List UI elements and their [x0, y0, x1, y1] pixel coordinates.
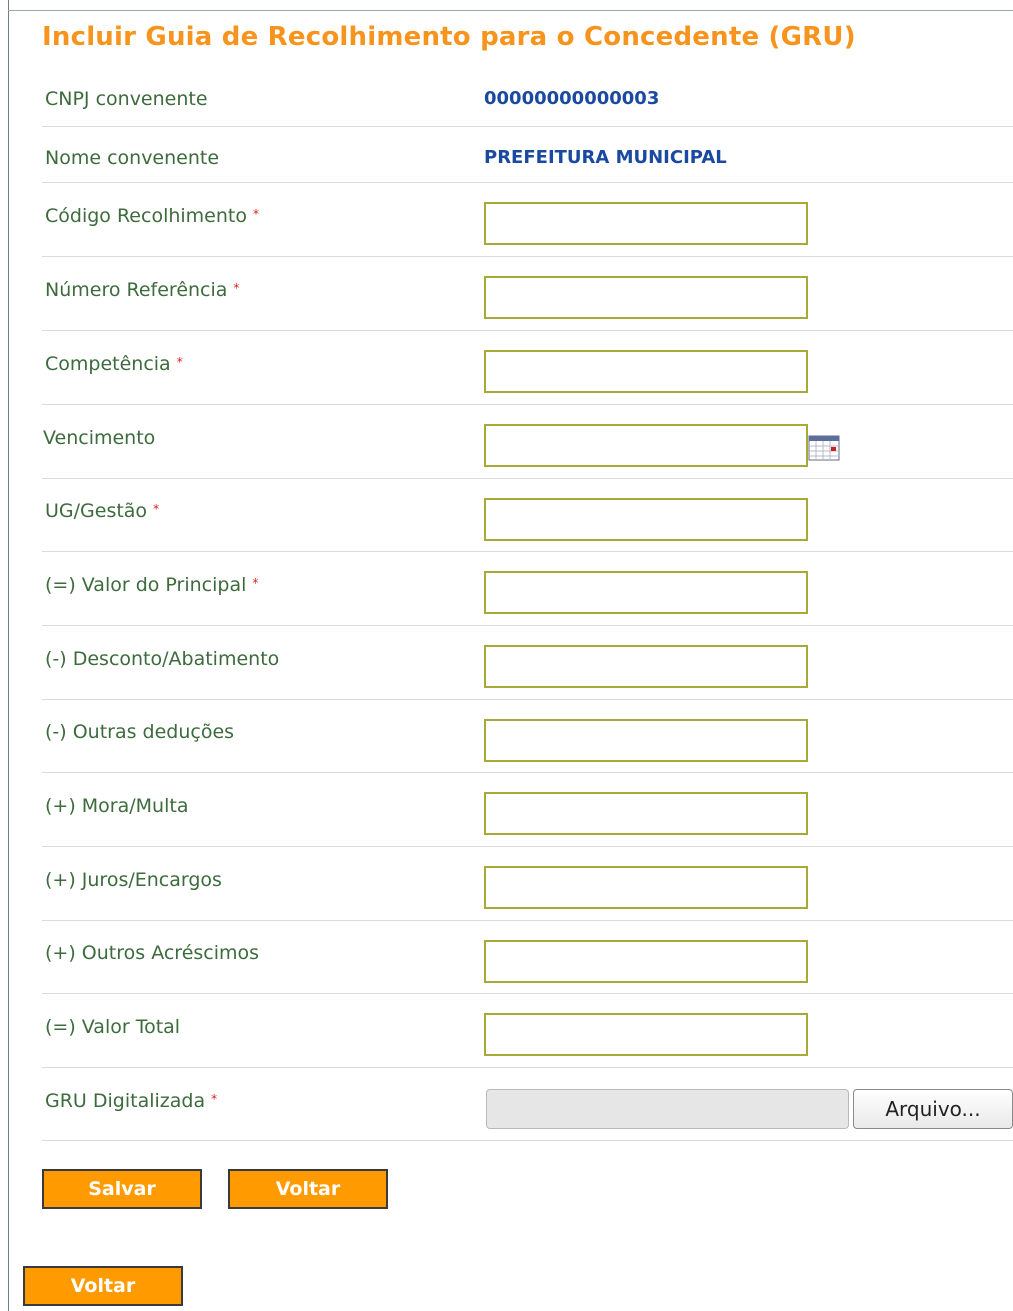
numero-referencia-input[interactable] — [484, 276, 808, 319]
numero-referencia-label: Número Referência * — [45, 279, 240, 301]
row-gru-digitalizada: GRU Digitalizada * Arquivo... — [42, 1068, 1013, 1141]
gru-digitalizada-label: GRU Digitalizada * — [45, 1090, 218, 1112]
mora-multa-label: (+) Mora/Multa — [45, 795, 189, 817]
left-border — [8, 0, 9, 1311]
file-path-field[interactable] — [486, 1089, 849, 1129]
row-valor-total: (=) Valor Total — [42, 994, 1013, 1068]
required-marker: * — [252, 207, 259, 221]
mora-multa-input[interactable] — [484, 792, 808, 835]
top-border — [8, 10, 1013, 11]
valor-total-input[interactable] — [484, 1013, 808, 1056]
row-juros-encargos: (+) Juros/Encargos — [42, 847, 1013, 921]
row-outros-acrescimos: (+) Outros Acréscimos — [42, 921, 1013, 994]
row-mora-multa: (+) Mora/Multa — [42, 773, 1013, 847]
row-cnpj: CNPJ convenente 00000000000003 — [42, 72, 1013, 127]
salvar-button[interactable]: Salvar — [42, 1169, 202, 1209]
nome-value: PREFEITURA MUNICIPAL — [484, 147, 727, 168]
row-codigo-recolhimento: Código Recolhimento * — [42, 183, 1013, 257]
row-competencia: Competência * — [42, 331, 1013, 405]
voltar-button[interactable]: Voltar — [228, 1169, 388, 1209]
row-vencimento: Vencimento — [42, 405, 1013, 479]
vencimento-label: Vencimento — [43, 427, 156, 449]
nome-label: Nome convenente — [45, 147, 220, 169]
row-desconto: (-) Desconto/Abatimento — [42, 626, 1013, 700]
ug-gestao-input[interactable] — [484, 498, 808, 541]
vencimento-input[interactable] — [484, 424, 808, 467]
row-numero-referencia: Número Referência * — [42, 257, 1013, 331]
codigo-recolhimento-input[interactable] — [484, 202, 808, 245]
required-marker: * — [252, 576, 259, 590]
required-marker: * — [211, 1092, 218, 1106]
row-outras-deducoes: (-) Outras deduções — [42, 700, 1013, 773]
cnpj-label: CNPJ convenente — [45, 88, 208, 110]
outras-deducoes-label: (-) Outras deduções — [45, 721, 235, 743]
valor-total-label: (=) Valor Total — [45, 1016, 181, 1038]
valor-principal-label: (=) Valor do Principal * — [45, 574, 259, 596]
page-title: Incluir Guia de Recolhimento para o Conc… — [42, 22, 856, 52]
file-browse-button[interactable]: Arquivo... — [853, 1089, 1013, 1129]
calendar-icon[interactable] — [808, 435, 840, 461]
outras-deducoes-input[interactable] — [484, 719, 808, 762]
competencia-label: Competência * — [45, 353, 183, 375]
juros-encargos-input[interactable] — [484, 866, 808, 909]
desconto-label: (-) Desconto/Abatimento — [45, 648, 280, 670]
valor-principal-input[interactable] — [484, 571, 808, 614]
desconto-input[interactable] — [484, 645, 808, 688]
row-valor-principal: (=) Valor do Principal * — [42, 552, 1013, 626]
row-ug-gestao: UG/Gestão * — [42, 479, 1013, 552]
outros-acrescimos-label: (+) Outros Acréscimos — [45, 942, 260, 964]
cnpj-value: 00000000000003 — [484, 88, 660, 109]
juros-encargos-label: (+) Juros/Encargos — [45, 869, 222, 891]
required-marker: * — [153, 502, 160, 516]
codigo-recolhimento-label: Código Recolhimento * — [45, 205, 259, 227]
required-marker: * — [176, 355, 183, 369]
page: Incluir Guia de Recolhimento para o Conc… — [0, 0, 1013, 1311]
ug-gestao-label: UG/Gestão * — [45, 500, 160, 522]
outros-acrescimos-input[interactable] — [484, 940, 808, 983]
voltar-bottom-button[interactable]: Voltar — [23, 1266, 183, 1306]
required-marker: * — [233, 281, 240, 295]
row-nome: Nome convenente PREFEITURA MUNICIPAL — [42, 127, 1013, 183]
competencia-input[interactable] — [484, 350, 808, 393]
